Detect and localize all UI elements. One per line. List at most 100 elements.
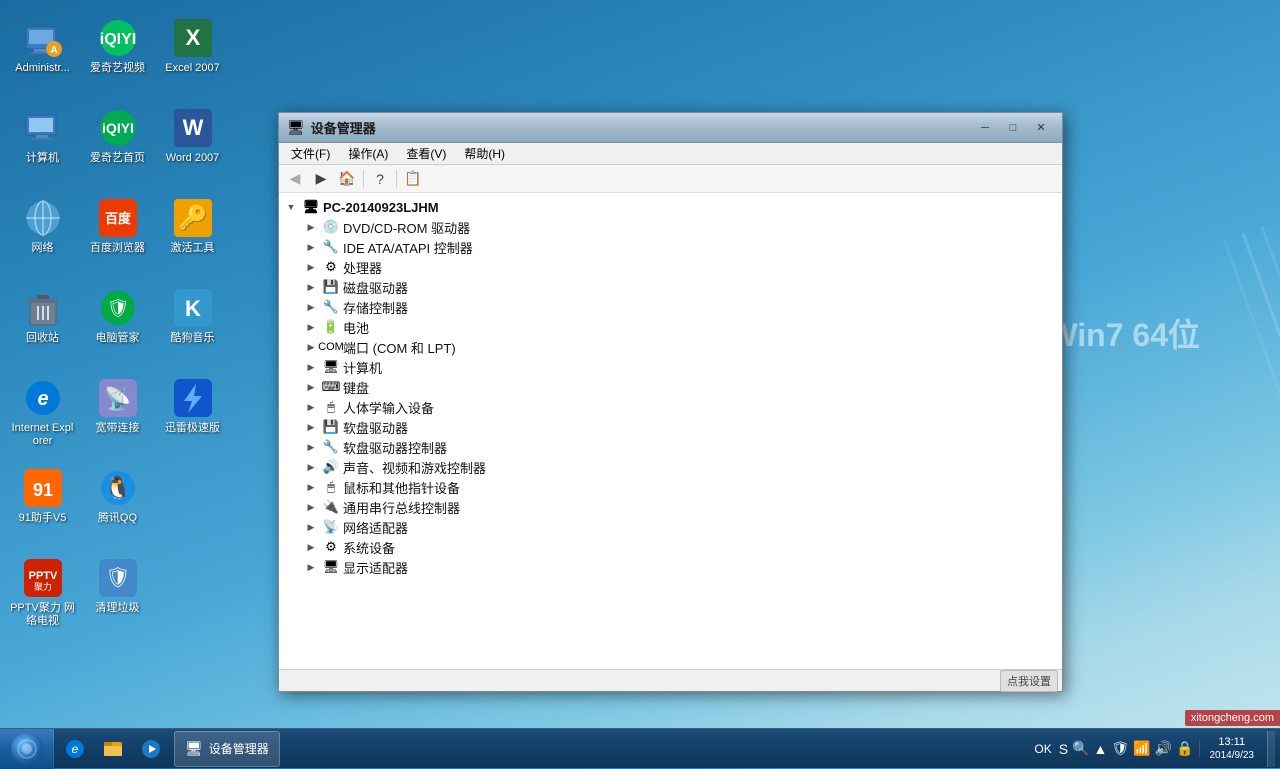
tree-item-storage[interactable]: ▶ 🔧 存储控制器 <box>279 297 1062 317</box>
tray-icon-up[interactable]: ▲ <box>1094 741 1108 757</box>
watermark-text: xitongcheng.com <box>1191 712 1274 724</box>
desktop-icon-recycle[interactable]: 回收站 <box>5 280 80 370</box>
desktop-icon-pcmgr[interactable]: 🛡 电脑管家 <box>80 280 155 370</box>
display-toggle[interactable]: ▶ <box>303 559 319 575</box>
start-button[interactable] <box>0 729 54 769</box>
tray-icon-network2[interactable]: 📶 <box>1133 740 1150 757</box>
desktop-icon-word[interactable]: W Word 2007 <box>155 100 230 190</box>
tree-item-keyboard[interactable]: ▶ ⌨ 键盘 <box>279 377 1062 397</box>
tree-item-network[interactable]: ▶ 📡 网络适配器 <box>279 517 1062 537</box>
svg-text:PPTV: PPTV <box>28 570 57 582</box>
desktop-icon-pptv[interactable]: PPTV 聚力 PPTV聚力 网络电视 <box>5 550 80 640</box>
desktop-icon-baidu[interactable]: 百度 百度浏览器 <box>80 190 155 280</box>
desktop-icon-xunlei[interactable]: 迅雷极速版 <box>155 370 230 460</box>
usb-label: 通用串行总线控制器 <box>343 498 460 517</box>
tree-item-hid[interactable]: ▶ 🖱 人体学输入设备 <box>279 397 1062 417</box>
menu-help[interactable]: 帮助(H) <box>456 143 513 164</box>
desktop-icon-iqiyi2[interactable]: iQIYI 爱奇艺首页 <box>80 100 155 190</box>
tray-icon-secure[interactable]: 🔒 <box>1176 740 1193 757</box>
clock[interactable]: 13:11 2014/9/23 <box>1202 735 1263 762</box>
tree-item-ide[interactable]: ▶ 🔧 IDE ATA/ATAPI 控制器 <box>279 237 1062 257</box>
device-tree[interactable]: ▼ 🖥 PC-20140923LJHM ▶ 💿 DVD/CD-ROM 驱动器 ▶… <box>279 193 1062 669</box>
battery-toggle[interactable]: ▶ <box>303 319 319 335</box>
floppy-ctrl-toggle[interactable]: ▶ <box>303 439 319 455</box>
maximize-button[interactable]: □ <box>1000 118 1026 138</box>
system-icon: ⚙ <box>322 538 340 556</box>
close-button[interactable]: ✕ <box>1028 118 1054 138</box>
network-tree-label: 网络适配器 <box>343 518 408 537</box>
usb-toggle[interactable]: ▶ <box>303 499 319 515</box>
taskbar-pin-media[interactable] <box>133 731 169 767</box>
computer-tree-label: 计算机 <box>343 358 382 377</box>
minimize-button[interactable]: ─ <box>972 118 998 138</box>
back-button[interactable]: ◀ <box>283 168 307 190</box>
desktop-icon-91asst[interactable]: 91 91助手V5 <box>5 460 80 550</box>
network-icon <box>23 198 63 238</box>
desktop-icon-computer[interactable]: 计算机 <box>5 100 80 190</box>
sound-toggle[interactable]: ▶ <box>303 459 319 475</box>
svg-text:W: W <box>182 115 203 140</box>
tree-item-cpu[interactable]: ▶ ⚙ 处理器 <box>279 257 1062 277</box>
window-titlebar[interactable]: 🖥 设备管理器 ─ □ ✕ <box>279 113 1062 143</box>
tree-item-sound[interactable]: ▶ 🔊 声音、视频和游戏控制器 <box>279 457 1062 477</box>
tray-icon-volume[interactable]: 🔊 <box>1155 740 1172 757</box>
desktop-icon-kugou[interactable]: K 酷狗音乐 <box>155 280 230 370</box>
cpu-toggle[interactable]: ▶ <box>303 259 319 275</box>
tree-item-battery[interactable]: ▶ 🔋 电池 <box>279 317 1062 337</box>
disk-toggle[interactable]: ▶ <box>303 279 319 295</box>
tray-ok: OK <box>1031 742 1054 756</box>
tray-icon-search[interactable]: 🔍 <box>1072 740 1089 757</box>
taskbar-window-device-manager[interactable]: 🖥 设备管理器 <box>174 731 280 767</box>
tree-item-floppy-ctrl[interactable]: ▶ 🔧 软盘驱动器控制器 <box>279 437 1062 457</box>
toolbar: ◀ ▶ 🏠 ? 📋 <box>279 165 1062 193</box>
ide-toggle[interactable]: ▶ <box>303 239 319 255</box>
help-toolbar-button[interactable]: ? <box>368 168 392 190</box>
tree-item-dvd[interactable]: ▶ 💿 DVD/CD-ROM 驱动器 <box>279 217 1062 237</box>
kugou-label: 酷狗音乐 <box>171 332 215 345</box>
desktop-icon-excel[interactable]: X Excel 2007 <box>155 10 230 100</box>
taskbar-pin-explorer[interactable] <box>95 731 131 767</box>
properties-button[interactable]: 📋 <box>401 168 425 190</box>
tree-item-disk[interactable]: ▶ 💾 磁盘驱动器 <box>279 277 1062 297</box>
network-toggle[interactable]: ▶ <box>303 519 319 535</box>
excel-icon: X <box>173 18 213 58</box>
parent-button[interactable]: 🏠 <box>335 168 359 190</box>
tree-item-floppy[interactable]: ▶ 💾 软盘驱动器 <box>279 417 1062 437</box>
computer-toggle[interactable]: ▶ <box>303 359 319 375</box>
tree-root[interactable]: ▼ 🖥 PC-20140923LJHM <box>279 197 1062 217</box>
desktop-icon-ie[interactable]: e Internet Explorer <box>5 370 80 460</box>
menu-file[interactable]: 文件(F) <box>283 143 338 164</box>
hid-toggle[interactable]: ▶ <box>303 399 319 415</box>
desktop-icon-tencentqq[interactable]: 🐧 腾讯QQ <box>80 460 155 550</box>
status-settings-button[interactable]: 点我设置 <box>1000 670 1058 692</box>
ports-toggle[interactable]: ▶ <box>303 339 319 355</box>
system-toggle[interactable]: ▶ <box>303 539 319 555</box>
show-desktop-button[interactable] <box>1267 731 1275 767</box>
tree-item-display[interactable]: ▶ 🖥 显示适配器 <box>279 557 1062 577</box>
tree-item-system[interactable]: ▶ ⚙ 系统设备 <box>279 537 1062 557</box>
tree-item-ports[interactable]: ▶ COM 端口 (COM 和 LPT) <box>279 337 1062 357</box>
tray-icon-shield[interactable]: 🛡 <box>1111 740 1129 757</box>
menu-view[interactable]: 查看(V) <box>398 143 454 164</box>
desktop-icon-administrator[interactable]: A Administr... <box>5 10 80 100</box>
tree-item-computer[interactable]: ▶ 🖥 计算机 <box>279 357 1062 377</box>
desktop-icon-iqiyi[interactable]: iQIYI 爱奇艺视频 <box>80 10 155 100</box>
menu-action[interactable]: 操作(A) <box>340 143 396 164</box>
desktop-icon-activate[interactable]: 🔑 激活工具 <box>155 190 230 280</box>
system-label: 系统设备 <box>343 538 395 557</box>
tree-item-mouse[interactable]: ▶ 🖱 鼠标和其他指针设备 <box>279 477 1062 497</box>
tree-item-usb[interactable]: ▶ 🔌 通用串行总线控制器 <box>279 497 1062 517</box>
dvd-toggle[interactable]: ▶ <box>303 219 319 235</box>
tray-icon-s[interactable]: S <box>1059 741 1068 757</box>
forward-button[interactable]: ▶ <box>309 168 333 190</box>
desktop-icon-broadband[interactable]: 📡 宽带连接 <box>80 370 155 460</box>
taskbar-pin-ie[interactable]: e <box>57 731 93 767</box>
desktop-icon-network[interactable]: 网络 <box>5 190 80 280</box>
keyboard-toggle[interactable]: ▶ <box>303 379 319 395</box>
desktop-icon-clean[interactable]: 🛡 清理垃圾 <box>80 550 155 640</box>
floppy-toggle[interactable]: ▶ <box>303 419 319 435</box>
mouse-toggle[interactable]: ▶ <box>303 479 319 495</box>
computer-tree-icon: 🖥 <box>322 358 340 376</box>
root-toggle[interactable]: ▼ <box>283 199 299 215</box>
storage-toggle[interactable]: ▶ <box>303 299 319 315</box>
